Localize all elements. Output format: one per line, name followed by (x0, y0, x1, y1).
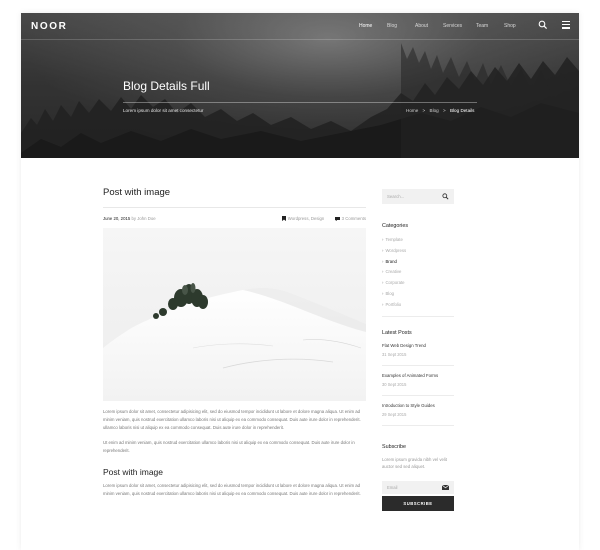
post-title-divider (103, 207, 366, 208)
breadcrumb-blog[interactable]: Blog (430, 108, 439, 113)
widget-divider (382, 364, 454, 366)
post-author[interactable]: John Doe (137, 216, 155, 221)
category-label: Template (385, 237, 403, 242)
chevron-right-icon: › (382, 258, 384, 264)
comment-icon (334, 216, 340, 222)
category-label: Portfolio (385, 301, 402, 307)
breadcrumb-current: Blog Details (449, 108, 475, 113)
category-label: Wordpress (385, 247, 407, 253)
nav-team[interactable]: Team (476, 23, 504, 29)
main-nav: Home Blog About Services Team Shop (359, 23, 532, 29)
category-item[interactable]: › Creative (382, 269, 454, 280)
page-title: Blog Details Full (123, 79, 210, 93)
chevron-right-icon: › (382, 269, 384, 275)
search-icon[interactable] (442, 193, 449, 200)
latest-post-item[interactable]: Examples of Animated Forms 30 Sept 2015 (382, 373, 454, 396)
post-paragraph: Lorem ipsum dolor sit amet, consectetur … (103, 482, 361, 496)
page-subtitle: Lorem ipsum dolor sit amet consectetur (123, 108, 204, 113)
nav-about[interactable]: About (415, 23, 443, 29)
site-logo[interactable]: NOOR (31, 21, 67, 32)
post-article: Post with image June 20, 2015 by John Do… (103, 187, 366, 498)
chevron-right-icon: › (382, 237, 384, 242)
latest-post-date: 31 Sept 2015 (382, 351, 407, 357)
breadcrumb: Home > Blog > Blog Details (406, 108, 474, 113)
bookmark-icon (281, 216, 286, 222)
subscribe-button[interactable]: SUBSCRIBE (382, 495, 454, 511)
latest-post-item[interactable]: Introduction to Style Guides 29 Sept 201… (382, 403, 454, 426)
chevron-right-icon: › (382, 247, 384, 253)
category-label: Brand (385, 258, 397, 264)
post-by: by (131, 216, 136, 221)
latest-posts-title: Latest Posts (382, 329, 412, 336)
chevron-right-icon: › (382, 280, 384, 286)
post-subheading: Post with image (103, 466, 163, 477)
categories-title: Categories (382, 223, 409, 229)
chevron-right-icon: › (382, 301, 384, 307)
hero-divider (123, 102, 477, 103)
snowy-hill-photo (103, 228, 366, 401)
latest-post-title[interactable]: Flat Web Design Trend (382, 343, 454, 348)
widget-divider (382, 394, 454, 396)
latest-post-date: 30 Sept 2015 (382, 381, 407, 387)
email-placeholder[interactable]: Email (387, 485, 397, 490)
search-input[interactable]: Search... (387, 194, 404, 199)
hamburger-menu-icon[interactable] (562, 21, 572, 29)
search-icon[interactable] (538, 20, 548, 30)
subscribe-text: Lorem ipsum gravida nibh vel velit aucto… (382, 456, 447, 470)
category-label: Blog (385, 290, 395, 296)
hero-overlay (21, 13, 579, 158)
post-title[interactable]: Post with image (103, 187, 366, 198)
latest-post-title[interactable]: Examples of Animated Forms (382, 373, 454, 378)
nav-home[interactable]: Home (359, 23, 387, 29)
nav-shop[interactable]: Shop (504, 23, 532, 29)
category-label: Corporate (385, 280, 405, 286)
breadcrumb-home[interactable]: Home (406, 108, 418, 113)
sidebar-search[interactable]: Search... (382, 189, 454, 204)
nav-blog[interactable]: Blog (387, 23, 415, 29)
page-frame: NOOR Home Blog About Services Team Shop … (21, 13, 579, 550)
hero-banner: NOOR Home Blog About Services Team Shop … (21, 13, 579, 158)
category-item[interactable]: › Wordpress (382, 248, 454, 259)
latest-post-item[interactable]: Flat Web Design Trend 31 Sept 2015 (382, 343, 454, 366)
breadcrumb-separator: > (443, 108, 446, 113)
categories-list: › Template › Wordpress › Brand › Creative › C… (382, 237, 454, 313)
category-item[interactable]: › Portfolio (382, 302, 454, 313)
category-label: Creative (385, 269, 402, 275)
nav-divider (21, 39, 579, 40)
sidebar: Search... Categories › Template › Wordpres… (382, 189, 454, 511)
post-paragraph: Ut enim ad minim veniam, quis nostrud ex… (103, 440, 355, 454)
post-meta-right: Wordpress, Design 3 Comments (281, 216, 366, 222)
nav-services[interactable]: Services (443, 23, 476, 29)
category-item[interactable]: › Template (382, 237, 454, 248)
category-item[interactable]: › Brand (382, 259, 454, 270)
subscribe-title: Subscribe (382, 443, 406, 450)
category-item[interactable]: › Corporate (382, 280, 454, 291)
post-paragraph: Lorem ipsum dolor sit amet, consectetur … (103, 409, 361, 430)
breadcrumb-separator: > (422, 108, 426, 113)
post-comments[interactable]: 3 Comments (342, 216, 366, 221)
page: NOOR Home Blog About Services Team Shop … (0, 0, 600, 550)
latest-post-title[interactable]: Introduction to Style Guides (382, 403, 454, 408)
email-field[interactable]: Email (382, 480, 454, 494)
envelope-icon (442, 484, 449, 490)
category-item[interactable]: › Blog (382, 291, 454, 302)
widget-divider (382, 424, 454, 426)
post-categories[interactable]: Wordpress, Design (288, 216, 324, 221)
post-date: June 20, 2015 (103, 216, 131, 221)
post-meta: June 20, 2015 by John Doe Wordpress, Des… (103, 216, 366, 224)
post-image (103, 228, 366, 401)
widget-divider (382, 315, 454, 317)
chevron-right-icon: › (382, 290, 384, 296)
latest-post-date: 29 Sept 2015 (382, 411, 407, 417)
